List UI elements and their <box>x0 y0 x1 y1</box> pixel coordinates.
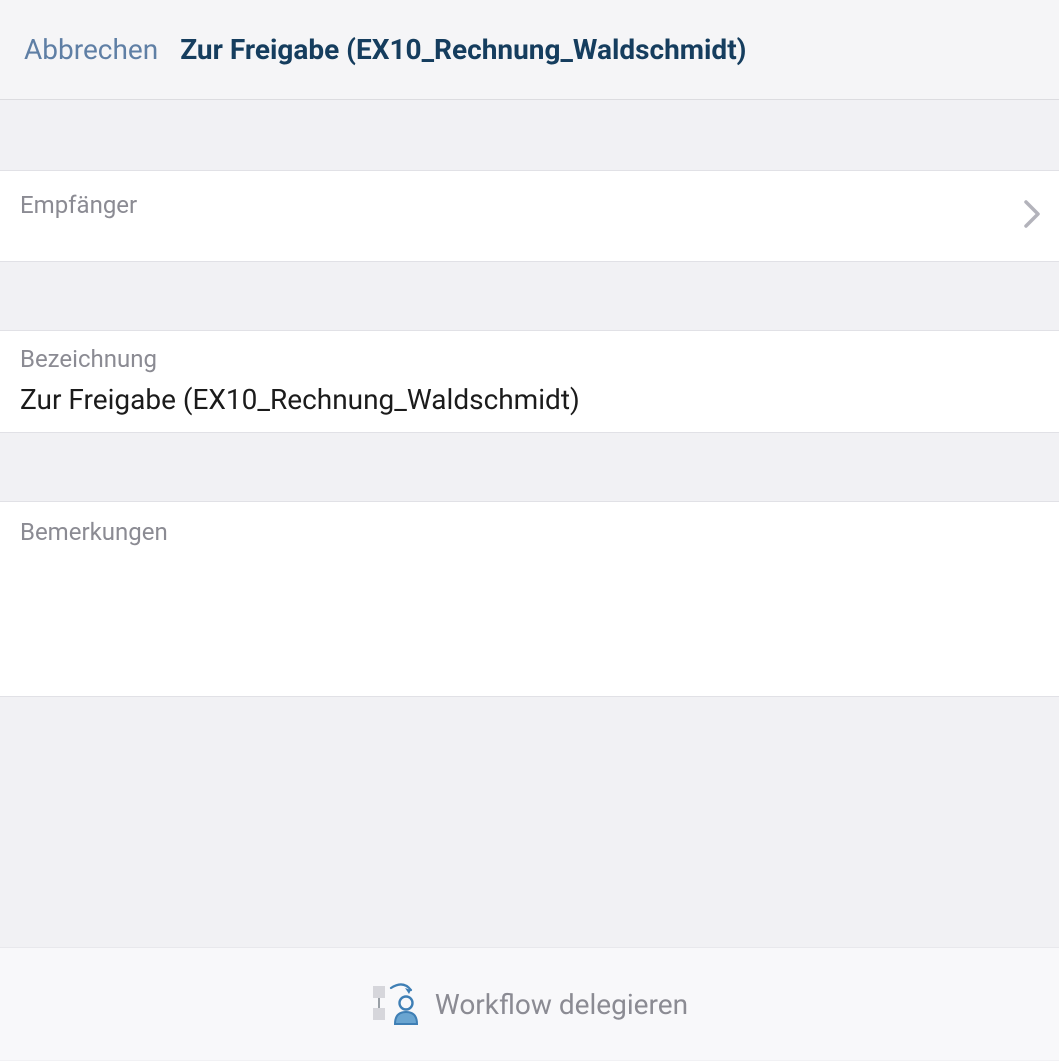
delegate-workflow-button[interactable]: Workflow delegieren <box>0 947 1059 1060</box>
delegate-workflow-label: Workflow delegieren <box>435 988 688 1021</box>
description-section: Bezeichnung <box>0 330 1059 433</box>
page-title: Zur Freigabe (EX10_Rechnung_Waldschmidt) <box>180 33 746 66</box>
spacer <box>0 100 1059 170</box>
recipient-row[interactable]: Empfänger <box>0 170 1059 262</box>
remarks-input[interactable] <box>20 546 1039 686</box>
recipient-label: Empfänger <box>20 187 137 219</box>
cancel-button[interactable]: Abbrechen <box>24 33 158 66</box>
spacer <box>0 433 1059 501</box>
remarks-section: Bemerkungen <box>0 501 1059 697</box>
header-bar: Abbrechen Zur Freigabe (EX10_Rechnung_Wa… <box>0 0 1059 100</box>
description-label: Bezeichnung <box>20 345 1039 373</box>
workflow-delegate-icon <box>371 982 421 1026</box>
chevron-right-icon <box>1023 199 1041 233</box>
spacer <box>0 262 1059 330</box>
remarks-label: Bemerkungen <box>20 518 1039 546</box>
description-input[interactable] <box>20 373 1039 416</box>
spacer <box>0 697 1059 947</box>
